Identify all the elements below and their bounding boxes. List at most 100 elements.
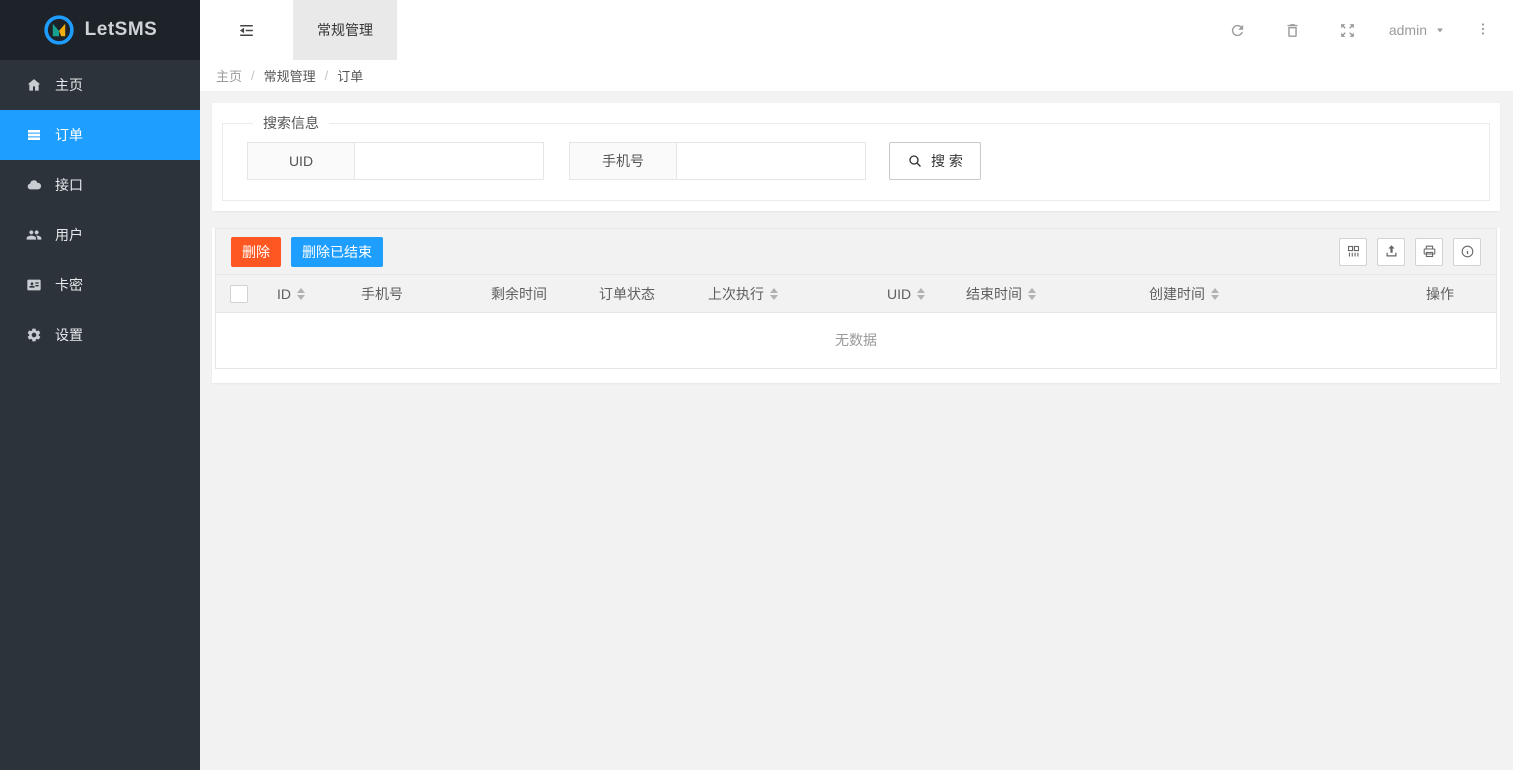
print-button[interactable] xyxy=(1415,238,1443,266)
orders-table: 删除 删除已结束 xyxy=(215,228,1497,369)
orders-icon xyxy=(26,127,42,143)
phone-input[interactable] xyxy=(676,142,866,180)
export-icon xyxy=(1384,244,1399,259)
column-header-2: 剩余时间 xyxy=(476,275,584,312)
column-header-7[interactable]: 创建时间 xyxy=(1134,275,1384,312)
fullscreen-button[interactable] xyxy=(1320,0,1375,60)
username: admin xyxy=(1389,22,1427,38)
breadcrumb-separator: / xyxy=(251,68,255,83)
column-header-3: 订单状态 xyxy=(584,275,693,312)
logo: LetSMS xyxy=(0,0,200,60)
sidebar-collapse-button[interactable] xyxy=(200,0,293,60)
column-title: UID xyxy=(887,286,911,302)
column-title: ID xyxy=(277,286,291,302)
trash-icon xyxy=(1284,22,1301,39)
search-icon xyxy=(907,153,923,169)
collapse-icon xyxy=(237,21,256,40)
sidebar-item-orders[interactable]: 订单 xyxy=(0,110,200,160)
more-menu-button[interactable] xyxy=(1461,21,1497,40)
sort-icon[interactable] xyxy=(1028,288,1036,300)
user-dropdown[interactable]: admin xyxy=(1375,22,1461,38)
uid-input[interactable] xyxy=(354,142,544,180)
delete-finished-button[interactable]: 删除已结束 xyxy=(291,237,383,267)
column-title: 订单状态 xyxy=(599,284,655,304)
clear-cache-button[interactable] xyxy=(1265,0,1320,60)
home-icon xyxy=(26,77,42,93)
search-legend: 搜索信息 xyxy=(253,113,329,133)
users-icon xyxy=(26,227,42,243)
column-header-0[interactable]: ID xyxy=(262,275,346,312)
breadcrumb-separator: / xyxy=(325,68,329,83)
info-icon xyxy=(1460,244,1475,259)
breadcrumb-item: 常规管理 xyxy=(264,66,316,85)
search-button[interactable]: 搜 索 xyxy=(889,142,981,180)
column-title: 操作 xyxy=(1426,284,1454,304)
sort-icon[interactable] xyxy=(1211,288,1219,300)
uid-field-group: UID xyxy=(247,142,544,180)
gear-icon xyxy=(26,327,42,343)
tab-label: 常规管理 xyxy=(317,20,373,40)
sidebar: LetSMS 主页订单接口用户卡密设置 xyxy=(0,0,200,770)
column-title: 剩余时间 xyxy=(491,284,547,304)
column-header-8: 操作 xyxy=(1384,275,1496,312)
column-header-6[interactable]: 结束时间 xyxy=(951,275,1134,312)
caret-down-icon xyxy=(1433,23,1447,37)
more-vertical-icon xyxy=(1475,21,1491,37)
orders-table-panel: 删除 删除已结束 xyxy=(212,228,1500,383)
refresh-button[interactable] xyxy=(1210,0,1265,60)
sidebar-item-cards[interactable]: 卡密 xyxy=(0,260,200,310)
phone-field-group: 手机号 xyxy=(569,142,866,180)
sidebar-item-interface[interactable]: 接口 xyxy=(0,160,200,210)
table-header-row: ID 手机号 剩余时间 订单状态 上次执行 UID 结束时间 创建时间 操作 xyxy=(216,275,1496,313)
tab-general-management[interactable]: 常规管理 xyxy=(293,0,397,60)
fullscreen-icon xyxy=(1339,22,1356,39)
breadcrumb-item[interactable]: 主页 xyxy=(216,66,242,85)
sidebar-nav: 主页订单接口用户卡密设置 xyxy=(0,60,200,360)
info-button[interactable] xyxy=(1453,238,1481,266)
table-toolbar: 删除 删除已结束 xyxy=(216,229,1496,275)
sidebar-item-label: 接口 xyxy=(55,175,83,195)
sort-icon[interactable] xyxy=(770,288,778,300)
top-header: 常规管理 admin xyxy=(200,0,1513,60)
select-all-checkbox[interactable] xyxy=(230,285,248,303)
brand-logo-icon xyxy=(43,14,75,46)
sidebar-item-home[interactable]: 主页 xyxy=(0,60,200,110)
columns-icon xyxy=(1346,244,1361,259)
sidebar-item-label: 订单 xyxy=(55,125,83,145)
search-form-row: UID 手机号 搜 索 xyxy=(247,142,1489,180)
column-title: 上次执行 xyxy=(708,284,764,304)
phone-field-label: 手机号 xyxy=(569,142,677,180)
delete-button[interactable]: 删除 xyxy=(231,237,281,267)
breadcrumb-item: 订单 xyxy=(337,66,363,85)
sidebar-item-users[interactable]: 用户 xyxy=(0,210,200,260)
search-fieldset: 搜索信息 UID 手机号 搜 索 xyxy=(222,113,1490,201)
column-title: 创建时间 xyxy=(1149,284,1205,304)
brand-name: LetSMS xyxy=(85,19,158,41)
column-title: 结束时间 xyxy=(966,284,1022,304)
select-all-cell xyxy=(216,275,262,312)
column-header-5[interactable]: UID xyxy=(872,275,951,312)
search-button-label: 搜 索 xyxy=(931,151,963,171)
sidebar-item-settings[interactable]: 设置 xyxy=(0,310,200,360)
sort-icon[interactable] xyxy=(297,288,305,300)
table-tool-icons xyxy=(1339,238,1481,266)
export-button[interactable] xyxy=(1377,238,1405,266)
main-content: 搜索信息 UID 手机号 搜 索 xyxy=(200,92,1513,770)
column-header-4[interactable]: 上次执行 xyxy=(693,275,872,312)
sidebar-item-label: 主页 xyxy=(55,75,83,95)
refresh-icon xyxy=(1229,22,1246,39)
header-actions: admin xyxy=(1210,0,1513,60)
sidebar-item-label: 用户 xyxy=(55,225,83,245)
sort-icon[interactable] xyxy=(917,288,925,300)
cloud-icon xyxy=(26,177,42,193)
sidebar-item-label: 卡密 xyxy=(55,275,83,295)
uid-field-label: UID xyxy=(247,142,355,180)
print-icon xyxy=(1422,244,1437,259)
filter-columns-button[interactable] xyxy=(1339,238,1367,266)
breadcrumb: 主页 / 常规管理 / 订单 xyxy=(200,60,1513,92)
sidebar-item-label: 设置 xyxy=(55,325,83,345)
column-header-1: 手机号 xyxy=(346,275,476,312)
idcard-icon xyxy=(26,277,42,293)
column-title: 手机号 xyxy=(361,284,403,304)
search-panel: 搜索信息 UID 手机号 搜 索 xyxy=(212,103,1500,211)
